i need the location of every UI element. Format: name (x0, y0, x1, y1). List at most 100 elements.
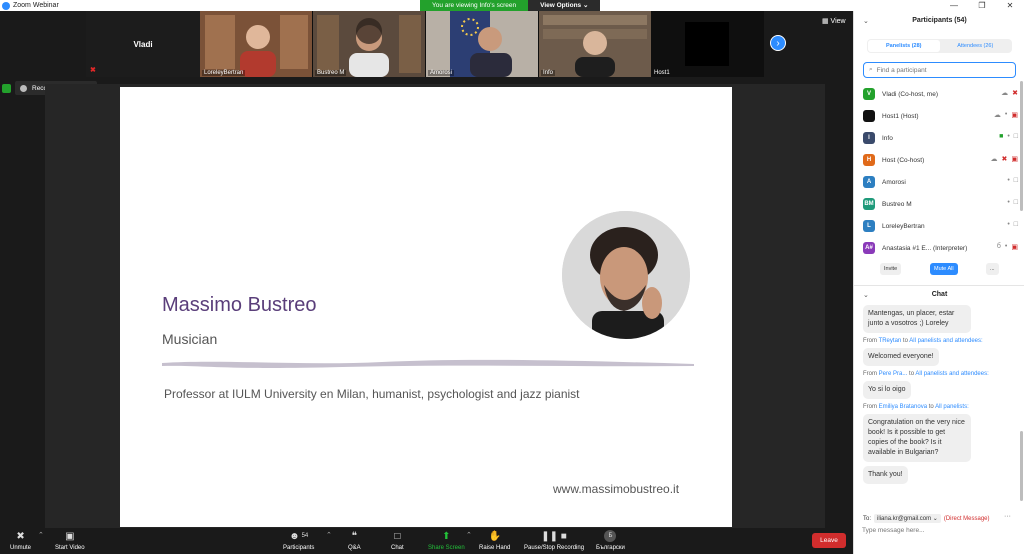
cloud-icon: ☁ (993, 112, 1001, 119)
view-button[interactable]: ▦ View (822, 17, 846, 25)
participants-button[interactable]: ☻ 54 Participants (283, 530, 314, 552)
amorosi-video-image (426, 11, 538, 77)
tile-name: Bustreo M (315, 70, 347, 76)
chat-scrollbar[interactable] (1020, 431, 1023, 501)
video-off-icon: ▣ (1011, 156, 1018, 163)
chat-button[interactable]: □ Chat (391, 530, 404, 552)
video-strip: Vladi ✖ LoreleyBertran Bustreo M Amorosi… (86, 11, 764, 77)
participant-row[interactable]: H Host (Co-host) ☁ ✖ ▣ (863, 149, 1018, 171)
chat-message-input[interactable] (862, 527, 1017, 534)
status-icons: ☁ ✖ (1001, 89, 1018, 97)
status-icons: • □ (1007, 199, 1018, 206)
interpretation-button[interactable]: Б Български (596, 530, 625, 551)
mute-all-button[interactable]: Mute All (930, 263, 958, 275)
participant-name: Bustreo M (882, 200, 912, 208)
participant-name: Host (Co-host) (882, 156, 925, 164)
speaker-portrait-image (562, 211, 690, 339)
info-video-image (539, 11, 651, 77)
tab-panelists[interactable]: Panelists (28) (868, 40, 940, 52)
participants-icon: ☻ 54 (289, 530, 309, 542)
shield-icon (2, 83, 11, 93)
mic-icon: • (1007, 199, 1010, 206)
video-icon: □ (1013, 177, 1018, 184)
self-video-tile[interactable]: Vladi ✖ (86, 11, 200, 77)
status-icons: • □ (1007, 177, 1018, 184)
audio-options-caret[interactable]: ⌃ (38, 531, 44, 539)
mic-muted-icon: ✖ (90, 67, 96, 74)
recipient-name: All panelists and attendees: (915, 371, 989, 377)
participant-row[interactable]: BM Bustreo M • □ (863, 193, 1018, 215)
speaker-bio: Professor at IULM University en Milan, h… (164, 387, 580, 401)
collapse-chevron-icon[interactable]: ⌄ (863, 291, 869, 299)
collapse-chevron-icon[interactable]: ⌄ (863, 17, 869, 25)
participant-row[interactable]: A Amorosi • □ (863, 171, 1018, 193)
status-icons: б • ▣ (997, 243, 1018, 251)
next-page-arrow-icon[interactable]: › (770, 35, 786, 51)
participants-scrollbar[interactable] (1020, 81, 1023, 211)
video-tile-amorosi[interactable]: Amorosi (426, 11, 538, 77)
video-icon: □ (1013, 221, 1018, 228)
share-screen-icon: ⬆ (442, 530, 451, 542)
pause-stop-recording-button[interactable]: ❚❚ ■ Pause/Stop Recording (524, 530, 584, 552)
participant-row[interactable]: Host1 (Host) ☁ • ▣ (863, 105, 1018, 127)
mic-icon: • (1007, 133, 1010, 140)
chat-more-button[interactable]: ··· (1004, 513, 1011, 520)
video-tile-host1[interactable]: Host1 (652, 11, 764, 77)
share-screen-icon: ■ (999, 133, 1004, 140)
view-options-button[interactable]: View Options ⌄ (528, 0, 601, 11)
participant-name: Anastasia #1 E... (Interpreter) (882, 244, 968, 252)
mic-icon: • (1004, 243, 1008, 250)
start-video-button[interactable]: ▣ Start Video (55, 530, 85, 552)
avatar: A# (863, 242, 875, 254)
viewing-banner: You are viewing Info's screen View Optio… (420, 0, 601, 11)
maximize-button[interactable]: ❐ (968, 0, 996, 11)
leave-button[interactable]: Leave (812, 533, 846, 548)
participant-row[interactable]: V Vladi (Co-host, me) ☁ ✖ (863, 83, 1018, 105)
participant-row[interactable]: I Info ■ • □ (863, 127, 1018, 149)
recipient-select[interactable]: iliana.kr@gmail.com ⌄ (874, 514, 941, 523)
participants-caret[interactable]: ⌃ (326, 531, 332, 539)
video-off-icon: ▣ (65, 530, 75, 542)
avatar (863, 110, 875, 122)
more-options-button[interactable]: ... (986, 263, 999, 275)
tab-attendees[interactable]: Attendees (26) (940, 40, 1012, 52)
avatar: BM (863, 198, 875, 210)
mic-icon: • (1004, 111, 1008, 118)
shared-slide: Massimo Bustreo Musician Professor at IU… (120, 87, 732, 527)
search-input[interactable] (876, 66, 1007, 74)
self-name: Vladi (133, 39, 153, 49)
video-tile-info[interactable]: Info (539, 11, 651, 77)
share-screen-button[interactable]: ⬆ Share Screen (428, 530, 465, 552)
video-tile-bustreo[interactable]: Bustreo M (313, 11, 425, 77)
close-button[interactable]: ✕ (996, 0, 1024, 11)
tile-name: Host1 (654, 70, 670, 76)
side-panel: ⌄ Participants (54) Panelists (28) Atten… (853, 11, 1024, 554)
qa-button[interactable]: ❝ Q&A (348, 530, 361, 552)
share-caret[interactable]: ⌃ (466, 531, 472, 539)
chat-header: ⌄ Chat (863, 291, 948, 299)
window-title: Zoom Webinar (13, 2, 59, 9)
raise-hand-button[interactable]: ✋ Raise Hand (479, 530, 510, 552)
window-controls: — ❐ ✕ (940, 0, 1024, 11)
tile-name: Amorosi (428, 70, 455, 76)
speaker-role: Musician (162, 331, 218, 347)
participant-row[interactable]: L LoreleyBertran • □ (863, 215, 1018, 237)
status-icons: ☁ • ▣ (994, 111, 1018, 119)
participant-name: Host1 (Host) (882, 112, 919, 120)
status-icons: ☁ ✖ ▣ (991, 155, 1019, 163)
invite-button[interactable]: Invite (880, 263, 902, 275)
video-off-icon: ▣ (1011, 112, 1018, 119)
participants-header: ⌄ Participants (54) (863, 17, 967, 25)
video-icon: □ (1013, 133, 1018, 140)
participant-actions: Invite Mute All ... (880, 263, 1000, 277)
cloud-icon: ☁ (990, 156, 998, 163)
participant-name: Amorosi (882, 178, 906, 186)
video-tile-loreley[interactable]: LoreleyBertran (200, 11, 312, 77)
loreley-video-image (200, 11, 312, 77)
unmute-button[interactable]: ✖ Unmute (10, 530, 31, 552)
chat-recipient-row: To: iliana.kr@gmail.com ⌄ (Direct Messag… (863, 514, 990, 523)
participant-row[interactable]: A# Anastasia #1 E... (Interpreter) б • ▣ (863, 237, 1018, 259)
minimize-button[interactable]: — (940, 0, 968, 11)
avatar: I (863, 132, 875, 144)
meeting-toolbar: ✖ Unmute ⌃ ▣ Start Video ☻ 54 Participant… (0, 528, 853, 554)
